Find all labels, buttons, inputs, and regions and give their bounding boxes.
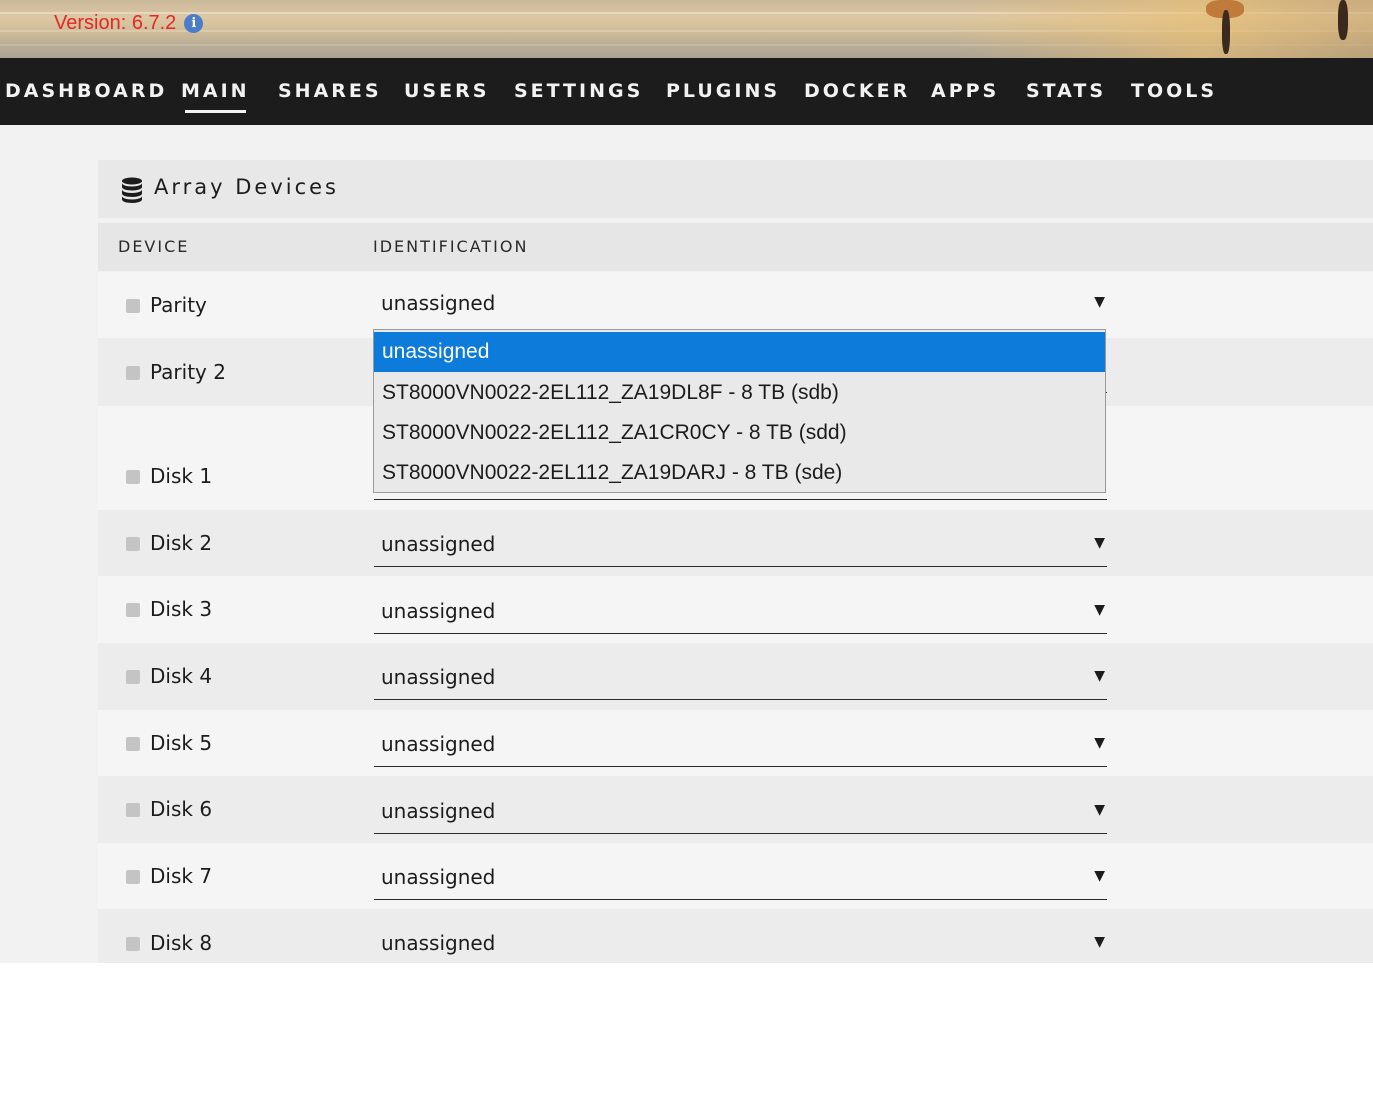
nav-main[interactable]: MAIN [181,80,250,113]
status-indicator [126,366,140,380]
select-value: unassigned [381,865,496,889]
column-device: DEVICE [118,237,190,256]
nav-users[interactable]: USERS [404,80,489,102]
status-indicator [126,803,140,817]
main-nav: DASHBOARD MAIN SHARES USERS SETTINGS PLU… [0,58,1373,125]
device-label: Parity [150,293,207,317]
device-label: Disk 7 [150,864,213,888]
device-row-disk-5: Disk 5 unassigned ▼ [98,710,1373,776]
main-content: Array Devices DEVICE IDENTIFICATION Pari… [0,125,1373,963]
device-row-disk-3: Disk 3 unassigned ▼ [98,576,1373,643]
select-value: unassigned [381,599,496,623]
column-header: DEVICE IDENTIFICATION [98,223,1373,271]
nav-tools[interactable]: TOOLS [1131,80,1217,102]
dropdown-arrow-icon: ▼ [1094,934,1105,950]
device-label: Disk 4 [150,664,213,688]
device-label: Disk 3 [150,597,213,621]
device-label: Disk 5 [150,731,213,755]
device-label: Disk 2 [150,531,213,555]
status-indicator [126,470,140,484]
dropdown-arrow-icon: ▼ [1094,602,1105,618]
device-row-disk-4: Disk 4 unassigned ▼ [98,643,1373,710]
dropdown-arrow-icon: ▼ [1094,668,1105,684]
nav-docker[interactable]: DOCKER [804,80,910,102]
select-value: unassigned [381,732,496,756]
disk-4-select[interactable]: unassigned ▼ [374,660,1107,700]
dropdown-option[interactable]: ST8000VN0022-2EL112_ZA19DARJ - 8 TB (sde… [374,453,1105,493]
device-row-disk-6: Disk 6 unassigned ▼ [98,776,1373,843]
nav-shares[interactable]: SHARES [278,80,382,102]
database-icon [122,177,142,203]
device-label: Disk 1 [150,464,213,488]
status-indicator [126,670,140,684]
disk-7-select[interactable]: unassigned ▼ [374,860,1107,900]
device-row-disk-7: Disk 7 unassigned ▼ [98,843,1373,909]
select-value: unassigned [381,532,496,556]
panel-title: Array Devices [154,175,339,199]
dropdown-option[interactable]: unassigned [374,332,1105,372]
device-row-disk-8: Disk 8 unassigned ▼ [98,909,1373,963]
version-text: Version: 6.7.2 [54,12,177,34]
panel-title-bar: Array Devices [98,160,1373,218]
select-value: unassigned [381,291,496,315]
nav-settings[interactable]: SETTINGS [514,80,643,102]
dropdown-arrow-icon: ▼ [1094,802,1105,818]
dropdown-option[interactable]: ST8000VN0022-2EL112_ZA19DL8F - 8 TB (sdb… [374,373,1105,413]
device-label: Disk 8 [150,931,213,955]
device-label: Disk 6 [150,797,213,821]
nav-plugins[interactable]: PLUGINS [666,80,780,102]
nav-dashboard[interactable]: DASHBOARD [5,80,167,102]
column-identification: IDENTIFICATION [373,237,529,256]
status-indicator [126,299,140,313]
select-value: unassigned [381,799,496,823]
disk-5-select[interactable]: unassigned ▼ [374,727,1107,767]
nav-apps[interactable]: APPS [931,80,999,102]
status-indicator [126,603,140,617]
device-row-disk-2: Disk 2 unassigned ▼ [98,510,1373,576]
dropdown-arrow-icon: ▼ [1094,735,1105,751]
info-circle-icon[interactable]: i [184,14,204,33]
device-label: Parity 2 [150,360,226,384]
dropdown-arrow-icon: ▼ [1094,294,1105,310]
disk-2-select[interactable]: unassigned ▼ [374,527,1107,567]
header-banner: Version: 6.7.2 i [0,0,1373,58]
dropdown-arrow-icon: ▼ [1094,535,1105,551]
status-indicator [126,737,140,751]
disk-6-select[interactable]: unassigned ▼ [374,794,1107,834]
status-indicator [126,937,140,951]
disk-3-select[interactable]: unassigned ▼ [374,594,1107,634]
disk-8-select[interactable]: unassigned ▼ [374,926,1107,963]
status-indicator [126,870,140,884]
nav-stats[interactable]: STATS [1026,80,1106,102]
parity-dropdown-list: unassigned ST8000VN0022-2EL112_ZA19DL8F … [373,329,1106,493]
dropdown-arrow-icon: ▼ [1094,868,1105,884]
status-indicator [126,537,140,551]
parity-select[interactable]: unassigned ▼ [374,286,1107,326]
select-value: unassigned [381,931,496,955]
dropdown-option[interactable]: ST8000VN0022-2EL112_ZA1CR0CY - 8 TB (sdd… [374,413,1105,453]
select-value: unassigned [381,665,496,689]
version-label: Version: 6.7.2 i [54,12,204,35]
